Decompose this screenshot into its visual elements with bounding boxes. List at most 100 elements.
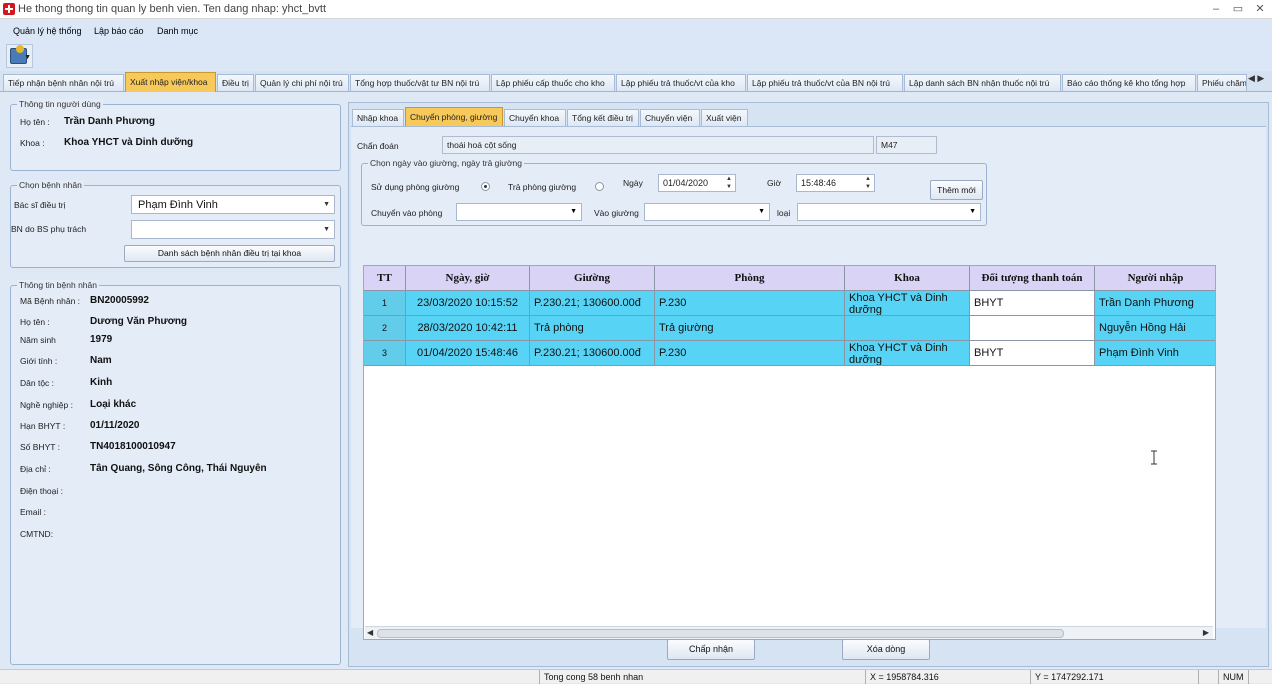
type-select[interactable]: ▼ bbox=[797, 203, 981, 221]
user-name-value: Trần Danh Phương bbox=[64, 116, 156, 127]
patient-field-value: Kinh bbox=[90, 377, 113, 388]
tab-drug-summary[interactable]: Tổng hợp thuốc/vật tư BN nội trú bbox=[350, 74, 490, 91]
tab-scroll-arrows[interactable]: ◀ ▶ bbox=[1248, 73, 1264, 84]
table-header-col-tt[interactable]: TT bbox=[364, 266, 406, 291]
table-cell-col-entered-by[interactable]: Phạm Đình Vinh bbox=[1095, 341, 1215, 366]
table-cell-col-room[interactable]: Trả giường bbox=[655, 316, 845, 341]
patient-field-label: Giới tính : bbox=[20, 356, 58, 366]
table-cell-col-bed[interactable]: Trả phòng bbox=[530, 316, 655, 341]
delete-row-button[interactable]: Xóa dòng bbox=[842, 639, 930, 660]
close-button[interactable]: ✕ bbox=[1252, 2, 1268, 16]
tab-warehouse-return-slip[interactable]: Lập phiếu trả thuốc/vt của kho bbox=[616, 74, 746, 91]
table-row[interactable]: 1 23/03/2020 10:15:52 P.230.21; 130600.00đ… bbox=[364, 291, 1215, 316]
tab-treatment[interactable]: Điều trị bbox=[217, 74, 254, 91]
table-cell-col-entered-by[interactable]: Trần Danh Phương bbox=[1095, 291, 1215, 316]
subtab-transfer-dept[interactable]: Chuyển khoa bbox=[504, 109, 566, 126]
time-picker[interactable]: 15:48:46 ▲ ▼ bbox=[796, 174, 875, 192]
table-cell-col-datetime[interactable]: 23/03/2020 10:15:52 bbox=[406, 291, 530, 316]
table-cell-col-bed[interactable]: P.230.21; 130600.00đ bbox=[530, 341, 655, 366]
table-cell-col-datetime[interactable]: 28/03/2020 10:42:11 bbox=[406, 316, 530, 341]
patient-list-button[interactable]: Danh sách bệnh nhân điều trị tại khoa bbox=[124, 245, 335, 262]
table-cell-col-datetime[interactable]: 01/04/2020 15:48:46 bbox=[406, 341, 530, 366]
text-cursor-icon bbox=[1151, 450, 1157, 465]
add-new-button[interactable]: Thêm mới bbox=[930, 180, 983, 200]
tab-inpatient-reception[interactable]: Tiếp nhận bệnh nhân nội trú bbox=[3, 74, 124, 91]
tab-inpatient-costs[interactable]: Quản lý chi phí nội trú bbox=[255, 74, 349, 91]
table-header-col-datetime[interactable]: Ngày, giờ bbox=[406, 266, 530, 291]
table-header-col-entered-by[interactable]: Người nhập bbox=[1095, 266, 1215, 291]
table-cell-col-payer[interactable] bbox=[970, 316, 1095, 341]
patient-field-value: Tân Quang, Sông Công, Thái Nguyên bbox=[90, 463, 267, 474]
tab-warehouse-report[interactable]: Báo cáo thống kê kho tổng hợp bbox=[1062, 74, 1196, 91]
doctor-select[interactable]: Phạm Đình Vinh ▼ bbox=[131, 195, 335, 214]
subtab-change-bed[interactable]: Chuyển phòng, giường bbox=[405, 107, 503, 126]
subtab-discharge[interactable]: Xuất viện bbox=[701, 109, 748, 126]
table-cell-col-dept[interactable] bbox=[845, 316, 970, 341]
table-row[interactable]: 2 28/03/2020 10:42:11 Trả phòng Trả giường N… bbox=[364, 316, 1215, 341]
spinner-icon[interactable]: ▲ ▼ bbox=[724, 175, 734, 191]
room-select[interactable]: ▼ bbox=[456, 203, 582, 221]
table-cell-col-tt[interactable]: 1 bbox=[364, 291, 406, 316]
table-cell-col-room[interactable]: P.230 bbox=[655, 341, 845, 366]
user-name-label: Họ tên : bbox=[20, 117, 50, 127]
patient-field-value: TN4018100010947 bbox=[90, 441, 176, 452]
table-cell-col-dept[interactable]: Khoa YHCT và Dinh dưỡng bbox=[845, 291, 970, 316]
diagnosis-field[interactable]: thoái hoá cột sống bbox=[442, 136, 874, 154]
tab-care-sheet[interactable]: Phiếu chăm bbox=[1197, 74, 1247, 91]
restore-button[interactable]: ▭ bbox=[1230, 2, 1246, 16]
patient-field-label: CMTND: bbox=[20, 529, 54, 539]
tab-drug-recipient-list[interactable]: Lập danh sách BN nhận thuốc nội trú bbox=[904, 74, 1061, 91]
time-value: 15:48:46 bbox=[801, 178, 837, 188]
date-label: Ngày bbox=[623, 178, 643, 188]
table-cell-col-bed[interactable]: P.230.21; 130600.00đ bbox=[530, 291, 655, 316]
toolbar-tools-button[interactable]: ▼ bbox=[6, 44, 33, 68]
left-panel: Thông tin người dùng Họ tên : Trần Danh … bbox=[4, 95, 344, 667]
table-header-col-dept[interactable]: Khoa bbox=[845, 266, 970, 291]
menu-catalog[interactable]: Danh mục bbox=[157, 26, 198, 36]
window-title: He thong thong tin quan ly benh vien. Te… bbox=[18, 3, 327, 15]
bed-select[interactable]: ▼ bbox=[644, 203, 770, 221]
accept-button[interactable]: Chấp nhận bbox=[667, 639, 755, 660]
table-cell-col-tt[interactable]: 2 bbox=[364, 316, 406, 341]
date-picker[interactable]: 01/04/2020 ▲ ▼ bbox=[658, 174, 736, 192]
table-header-col-room[interactable]: Phòng bbox=[655, 266, 845, 291]
use-bed-radio[interactable] bbox=[481, 182, 490, 191]
table-cell-col-dept[interactable]: Khoa YHCT và Dinh dưỡng bbox=[845, 341, 970, 366]
menu-system[interactable]: Quản lý hệ thống bbox=[13, 26, 82, 36]
scroll-left-icon[interactable]: ◀ bbox=[367, 628, 373, 637]
icd-code-field[interactable]: M47 bbox=[876, 136, 937, 154]
bed-history-table: TT Ngày, giờ Giường Phòng Khoa Đối tượng than… bbox=[363, 265, 1216, 640]
bed-date-legend: Chọn ngày vào giường, ngày trả giường bbox=[368, 158, 525, 168]
minimize-button[interactable]: – bbox=[1208, 2, 1224, 16]
table-cell-col-room[interactable]: P.230 bbox=[655, 291, 845, 316]
bs-responsible-select[interactable]: ▼ bbox=[131, 220, 335, 239]
table-cell-col-payer[interactable]: BHYT bbox=[970, 341, 1095, 366]
table-header-col-bed[interactable]: Giường bbox=[530, 266, 655, 291]
scrollbar-thumb[interactable] bbox=[377, 629, 1064, 638]
status-x-coord: X = 1958784.316 bbox=[865, 670, 1030, 684]
menu-reports[interactable]: Lập báo cáo bbox=[94, 26, 144, 36]
tab-patient-return-slip[interactable]: Lập phiếu trả thuốc/vt của BN nội trú bbox=[747, 74, 903, 91]
table-cell-col-entered-by[interactable]: Nguyễn Hồng Hải bbox=[1095, 316, 1215, 341]
patient-field-label: Dân tộc : bbox=[20, 378, 55, 388]
tab-drug-issue-slip[interactable]: Lập phiếu cấp thuốc cho kho bbox=[491, 74, 615, 91]
status-y-coord: Y = 1747292.171 bbox=[1030, 670, 1198, 684]
subtab-admit[interactable]: Nhập khoa bbox=[352, 109, 404, 126]
subtab-treatment-summary[interactable]: Tổng kết điều trị bbox=[567, 109, 639, 126]
table-header-col-payer[interactable]: Đối tượng thanh toán bbox=[970, 266, 1095, 291]
horizontal-scrollbar[interactable]: ◀ ▶ bbox=[365, 626, 1213, 639]
table-row[interactable]: 3 01/04/2020 15:48:46 P.230.21; 130600.00đ… bbox=[364, 341, 1215, 366]
patient-field-label: Mã Bệnh nhân : bbox=[20, 296, 81, 306]
choose-patient-group: Chọn bệnh nhân Bác sĩ điều trị Phạm Đình… bbox=[10, 180, 341, 268]
tab-admission-discharge[interactable]: Xuất nhập viện/khoa bbox=[125, 72, 216, 92]
table-cell-col-tt[interactable]: 3 bbox=[364, 341, 406, 366]
scroll-right-icon[interactable]: ▶ bbox=[1203, 628, 1209, 637]
table-cell-col-payer[interactable]: BHYT bbox=[970, 291, 1095, 316]
title-bar: He thong thong tin quan ly benh vien. Te… bbox=[0, 0, 1272, 19]
spinner-icon[interactable]: ▲ ▼ bbox=[863, 175, 873, 191]
chevron-down-icon: ▼ bbox=[758, 208, 765, 215]
return-bed-radio[interactable] bbox=[595, 182, 604, 191]
subtab-hospital-transfer[interactable]: Chuyển viện bbox=[640, 109, 700, 126]
room-label: Chuyển vào phòng bbox=[371, 208, 443, 218]
patient-field-label: Họ tên : bbox=[20, 317, 50, 327]
